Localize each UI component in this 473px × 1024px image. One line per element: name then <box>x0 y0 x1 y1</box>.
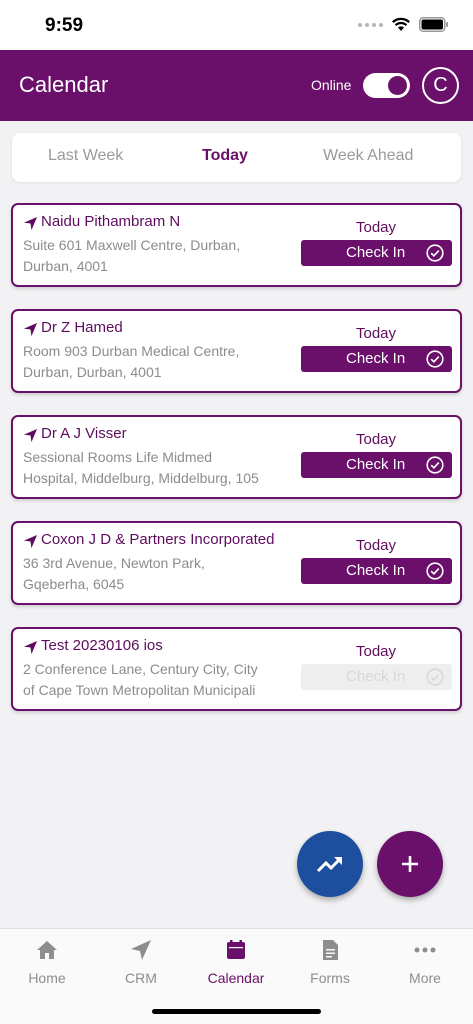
plus-icon <box>402 856 418 872</box>
home-indicator <box>152 1009 321 1014</box>
visit-address: 2 Conference Lane, Century City, City of… <box>23 661 258 698</box>
tab-week-ahead[interactable]: Week Ahead <box>323 147 413 165</box>
online-label: Online <box>311 77 352 93</box>
status-icons <box>358 17 449 32</box>
status-time: 9:59 <box>45 15 84 36</box>
visit-day: Today <box>356 431 397 448</box>
check-circle-icon <box>426 456 444 474</box>
visit-card[interactable]: Coxon J D & Partners Incorporated 36 3rd… <box>11 521 462 605</box>
stats-button[interactable] <box>297 831 363 897</box>
check-in-button[interactable]: Check In <box>301 452 452 478</box>
check-in-label: Check In <box>346 668 406 685</box>
document-icon <box>323 940 338 960</box>
add-button[interactable] <box>377 831 443 897</box>
nav-calendar-label: Calendar <box>207 970 265 986</box>
navigation-arrow-icon <box>23 216 38 231</box>
visit-day: Today <box>356 219 397 236</box>
visit-address: Room 903 Durban Medical Centre, Durban, … <box>23 343 240 380</box>
navigation-arrow-icon <box>23 428 38 443</box>
navigation-arrow-icon <box>23 640 38 655</box>
navigation-arrow-icon <box>23 322 38 337</box>
visit-address: Sessional Rooms Life Midmed Hospital, Mi… <box>23 449 259 486</box>
navigation-arrow-icon <box>23 534 38 549</box>
visit-name: Naidu Pithambram N <box>41 213 181 230</box>
check-circle-icon <box>426 562 444 580</box>
visit-name: Coxon J D & Partners Incorporated <box>41 531 275 548</box>
visit-card[interactable]: Dr A J Visser Sessional Rooms Life Midme… <box>11 415 462 499</box>
check-in-label: Check In <box>346 562 406 579</box>
calendar-icon <box>227 940 245 959</box>
user-avatar[interactable]: C <box>422 67 459 104</box>
tab-last-week[interactable]: Last Week <box>48 147 123 165</box>
visit-name: Test 20230106 ios <box>41 637 163 654</box>
home-icon <box>37 941 57 959</box>
toggle-knob <box>388 76 407 95</box>
nav-crm[interactable]: CRM <box>94 929 188 999</box>
nav-forms[interactable]: Forms <box>283 929 377 999</box>
check-in-button[interactable]: Check In <box>301 240 452 266</box>
check-in-label: Check In <box>346 244 406 261</box>
status-bar: 9:59 <box>0 0 473 50</box>
check-in-button-disabled: Check In <box>301 664 452 690</box>
page-title: Calendar <box>19 72 109 97</box>
visit-card[interactable]: Naidu Pithambram N Suite 601 Maxwell Cen… <box>11 203 462 287</box>
online-toggle[interactable] <box>363 73 410 98</box>
navigation-arrow-icon <box>131 940 151 960</box>
trending-up-icon <box>316 856 343 873</box>
visit-address: Suite 601 Maxwell Centre, Durban, Durban… <box>23 237 241 274</box>
nav-forms-label: Forms <box>310 970 350 986</box>
visit-name: Dr A J Visser <box>41 425 127 442</box>
visit-card[interactable]: Dr Z Hamed Room 903 Durban Medical Centr… <box>11 309 462 393</box>
cellular-signal-icon <box>358 22 383 27</box>
check-in-button[interactable]: Check In <box>301 558 452 584</box>
nav-more-label: More <box>409 970 441 986</box>
date-range-tabs: Last Week Today Week Ahead <box>12 133 461 182</box>
nav-more[interactable]: More <box>378 929 472 999</box>
visit-day: Today <box>356 537 397 554</box>
visit-card[interactable]: Test 20230106 ios 2 Conference Lane, Cen… <box>11 627 462 711</box>
more-dots-icon <box>414 947 436 953</box>
check-in-label: Check In <box>346 456 406 473</box>
check-circle-icon <box>426 244 444 262</box>
nav-crm-label: CRM <box>125 970 157 986</box>
visit-day: Today <box>356 643 397 660</box>
check-in-button[interactable]: Check In <box>301 346 452 372</box>
nav-calendar[interactable]: Calendar <box>189 929 283 999</box>
battery-icon <box>419 17 448 32</box>
tab-today[interactable]: Today <box>202 147 248 165</box>
nav-home-label: Home <box>28 970 66 986</box>
visit-address: 36 3rd Avenue, Newton Park, Gqeberha, 60… <box>23 555 205 592</box>
visit-day: Today <box>356 325 397 342</box>
wifi-icon <box>392 17 410 31</box>
app-header: Calendar Online C <box>0 50 473 121</box>
check-in-label: Check In <box>346 350 406 367</box>
visit-name: Dr Z Hamed <box>41 319 123 336</box>
check-circle-icon <box>426 350 444 368</box>
check-circle-icon <box>426 668 444 686</box>
nav-home[interactable]: Home <box>0 929 94 999</box>
